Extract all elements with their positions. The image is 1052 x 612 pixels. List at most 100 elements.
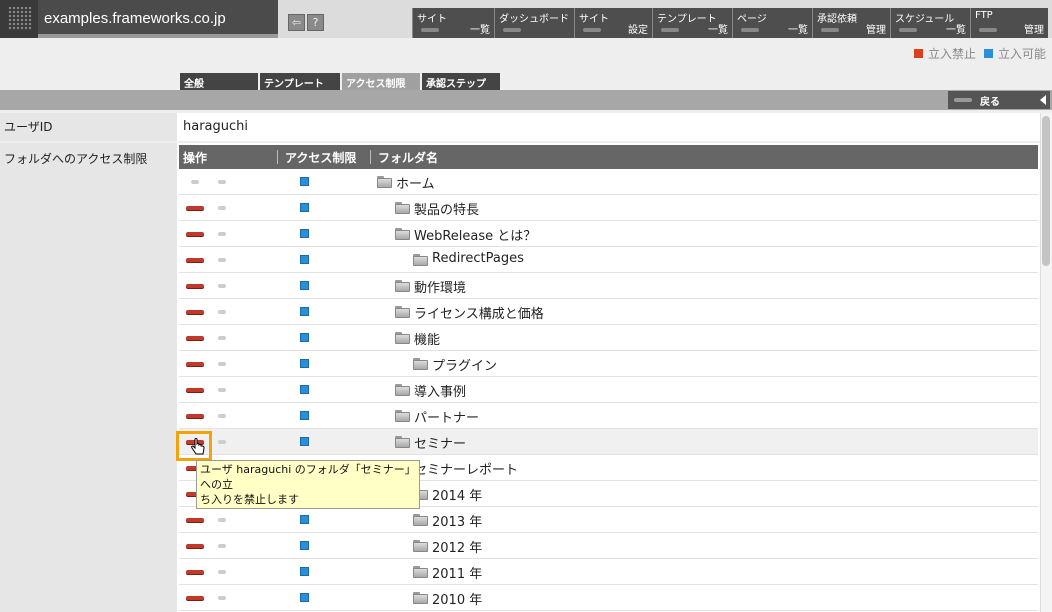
nav-button[interactable]: サイト 設定 <box>574 8 652 38</box>
allow-access-button[interactable] <box>218 440 226 444</box>
folder-name: セミナーレポート <box>414 463 519 478</box>
allow-access-button[interactable] <box>218 232 226 236</box>
grid-logo-icon <box>8 6 32 30</box>
nav-button-bottom: 管理 <box>866 25 886 36</box>
deny-access-button[interactable] <box>186 388 204 392</box>
nav-button[interactable]: スケジュール 一覧 <box>890 8 970 38</box>
access-allowed-icon <box>300 177 309 186</box>
nav-button[interactable]: サイト 一覧 <box>412 8 494 38</box>
nav-button[interactable]: 承認依頼 管理 <box>812 8 890 38</box>
nav-button[interactable]: テンプレート 一覧 <box>652 8 732 38</box>
back-arrow-icon[interactable]: ⇦ <box>288 14 305 31</box>
help-button[interactable]: ? <box>307 14 324 31</box>
tab[interactable]: 全般 <box>180 73 258 90</box>
deny-access-button[interactable] <box>186 310 204 314</box>
folder-icon <box>395 436 410 448</box>
table-header: 操作 アクセス制限 フォルダ名 <box>179 145 1038 169</box>
allow-access-button[interactable] <box>218 596 226 600</box>
folder-name: WebRelease とは？ <box>414 229 537 244</box>
access-allowed-icon <box>300 333 309 342</box>
nav-button-bottom: 一覧 <box>788 25 808 36</box>
access-allowed-icon <box>300 567 309 576</box>
folder-name: パートナー <box>414 411 480 426</box>
table-row: 2011 年 <box>179 559 1038 585</box>
allow-access-button[interactable] <box>218 310 226 314</box>
folder-name: 2014 年 <box>432 489 483 504</box>
nav-button[interactable]: ページ一覧 <box>732 8 812 38</box>
table-row: 動作環境 <box>179 273 1038 299</box>
folder-icon <box>413 514 428 526</box>
nav-button[interactable]: ダッシュボード <box>494 8 574 38</box>
deny-access-button[interactable] <box>186 284 204 288</box>
legend-deny: 立入禁止 <box>913 45 976 62</box>
back-button[interactable]: 戻る <box>948 91 1050 109</box>
deny-access-button[interactable] <box>186 544 204 548</box>
access-allowed-icon <box>300 515 309 524</box>
folder-icon <box>395 306 410 318</box>
table-row: パートナー <box>179 403 1038 429</box>
allow-access-button[interactable] <box>218 388 226 392</box>
table-row: ライセンス構成と価格 <box>179 299 1038 325</box>
folder-icon <box>395 280 410 292</box>
tooltip-line: ユーザ haraguchi のフォルダ「セミナー」への立 <box>200 463 416 491</box>
deny-color-icon <box>913 49 923 58</box>
allow-access-button[interactable] <box>218 258 226 262</box>
folder-name: 導入事例 <box>414 385 467 400</box>
app-logo[interactable] <box>0 0 38 38</box>
button-bar-icon <box>979 28 997 32</box>
table-row: 導入事例 <box>179 377 1038 403</box>
deny-access-button[interactable] <box>186 570 204 574</box>
nav-button-bottom: 管理 <box>1024 25 1044 36</box>
scrollbar-thumb[interactable] <box>1042 116 1050 266</box>
back-button-label: 戻る <box>980 97 1000 108</box>
nav-button-top: サイト <box>417 14 447 25</box>
table-row: プラグイン <box>179 351 1038 377</box>
nav-button-top: ページ <box>737 14 767 25</box>
folder-name: ホーム <box>396 177 435 192</box>
user-id-value: haraguchi <box>177 113 1040 141</box>
deny-access-button[interactable] <box>186 362 204 366</box>
table-row: 機能 <box>179 325 1038 351</box>
deny-access-button[interactable] <box>186 336 204 340</box>
allow-access-button[interactable] <box>218 570 226 574</box>
deny-access-button[interactable] <box>191 180 199 184</box>
deny-access-button[interactable] <box>186 518 204 522</box>
table-row: WebRelease とは？ <box>179 221 1038 247</box>
tab[interactable]: テンプレート <box>260 73 340 90</box>
deny-access-button[interactable] <box>186 232 204 236</box>
button-bar-icon <box>503 28 521 32</box>
deny-access-button[interactable] <box>186 206 204 210</box>
allow-access-button[interactable] <box>218 336 226 340</box>
folder-name: プラグイン <box>432 359 498 374</box>
folder-icon <box>395 228 410 240</box>
access-legend: 立入禁止 立入可能 <box>913 45 1046 62</box>
allow-access-button[interactable] <box>218 284 226 288</box>
deny-access-button[interactable] <box>186 414 204 418</box>
allow-access-button[interactable] <box>218 206 226 210</box>
button-bar-icon <box>821 28 839 32</box>
deny-access-button[interactable] <box>186 596 204 600</box>
nav-button[interactable]: FTP 管理 <box>970 8 1048 38</box>
nav-button-bottom: 設定 <box>628 25 648 36</box>
header-divider <box>370 150 371 164</box>
folder-access-table: 操作 アクセス制限 フォルダ名 ホーム 製品の特長 WebRelease とは？ Re… <box>177 143 1040 612</box>
folder-name: RedirectPages <box>432 251 524 266</box>
deny-access-button[interactable] <box>186 258 204 262</box>
tab[interactable]: 承認ステップ <box>422 73 500 90</box>
tab[interactable]: アクセス制限 <box>342 73 420 90</box>
main-nav: サイト 一覧 ダッシュボード サイト 設定 テンプレート 一覧 ページ 一覧 承認依頼 管理 スケジュ… <box>412 8 1048 38</box>
table-row: セミナー <box>179 429 1038 455</box>
access-allowed-icon <box>300 229 309 238</box>
hand-cursor-icon <box>191 438 205 455</box>
allow-access-button[interactable] <box>218 544 226 548</box>
allow-access-button[interactable] <box>218 180 226 184</box>
allow-access-button[interactable] <box>218 518 226 522</box>
allow-access-button[interactable] <box>218 414 226 418</box>
site-header: examples.frameworks.co.jp <box>38 0 278 38</box>
folder-name: 2012 年 <box>432 541 483 556</box>
nav-button-top: 承認依頼 <box>817 14 857 25</box>
folder-access-label: フォルダへのアクセス制限 <box>0 143 177 612</box>
folder-icon <box>395 202 410 214</box>
allow-access-button[interactable] <box>218 362 226 366</box>
button-bar-icon <box>899 28 917 32</box>
